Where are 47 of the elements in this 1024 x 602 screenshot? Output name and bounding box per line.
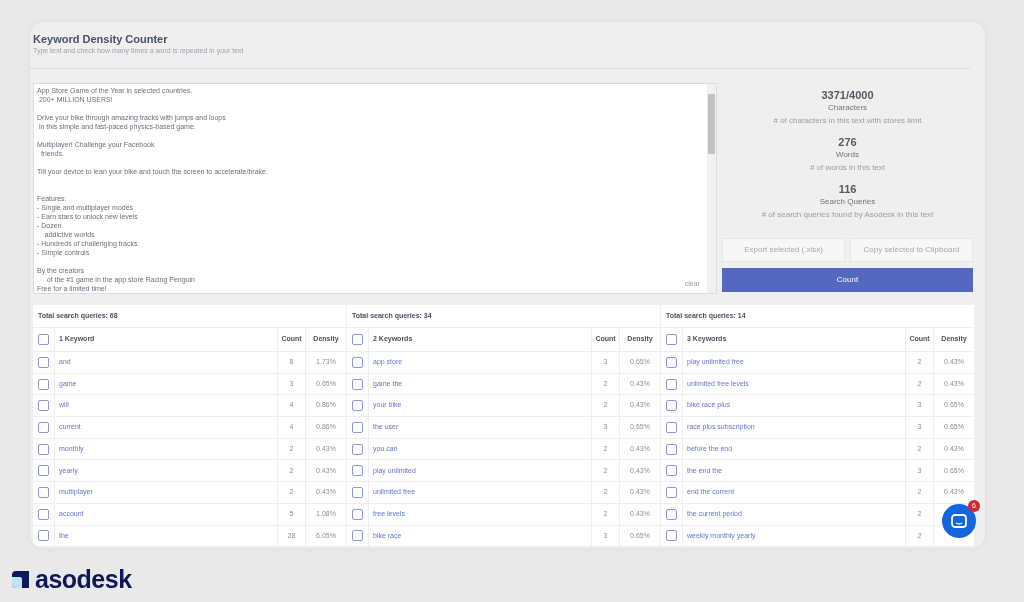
checkbox[interactable]: [352, 508, 363, 520]
checkbox[interactable]: [352, 356, 363, 368]
checkbox[interactable]: [38, 421, 49, 433]
checkbox[interactable]: [666, 465, 677, 477]
brand-logo: asodesk: [35, 565, 132, 593]
stat-hint: # of characters in this text with stores limit: [773, 116, 922, 125]
checkbox[interactable]: [38, 356, 49, 368]
checkbox[interactable]: [352, 486, 363, 498]
logo-icon: [12, 570, 29, 588]
checkbox[interactable]: [666, 486, 677, 498]
checkbox[interactable]: [352, 443, 363, 455]
checkbox[interactable]: [38, 465, 49, 477]
checkbox[interactable]: [38, 400, 49, 412]
checkbox[interactable]: [352, 400, 363, 412]
stat-value: 116: [838, 183, 857, 196]
checkbox[interactable]: [38, 486, 49, 498]
stat-label: Characters: [827, 102, 868, 113]
checkbox[interactable]: [352, 334, 363, 345]
checkbox[interactable]: [666, 421, 677, 433]
stat-value: 276: [838, 136, 857, 149]
count-button[interactable]: Count: [722, 268, 973, 292]
stat-label: Words: [836, 149, 859, 160]
stat-hint: # of search queries found by Asodesk in this text: [761, 210, 934, 219]
checkbox[interactable]: [352, 465, 363, 477]
page-title: Keyword Density Counter: [33, 32, 169, 46]
checkbox[interactable]: [666, 378, 677, 390]
checkbox[interactable]: [38, 508, 49, 520]
checkbox[interactable]: [38, 530, 49, 542]
stat-hint: # of words in this text: [809, 163, 886, 172]
checkbox[interactable]: [666, 400, 677, 412]
checkbox[interactable]: [666, 443, 677, 455]
checkbox[interactable]: [352, 421, 363, 433]
checkbox[interactable]: [352, 378, 363, 390]
action-button[interactable]: Export selected (.xlsx): [722, 238, 845, 262]
checkbox[interactable]: [666, 334, 677, 345]
checkbox[interactable]: [38, 443, 49, 455]
checkbox[interactable]: [352, 530, 363, 542]
checkbox[interactable]: [666, 356, 677, 368]
chat-icon: [951, 514, 967, 528]
stat-value: 3371/4000: [821, 89, 874, 102]
action-button[interactable]: Copy selected to Clipboard: [850, 238, 973, 262]
checkbox[interactable]: [666, 530, 677, 542]
scrollbar[interactable]: [707, 84, 716, 293]
checkbox[interactable]: [38, 334, 49, 345]
checkbox[interactable]: [38, 378, 49, 390]
checkbox[interactable]: [666, 508, 677, 520]
stat-label: Search Queries: [819, 196, 876, 207]
